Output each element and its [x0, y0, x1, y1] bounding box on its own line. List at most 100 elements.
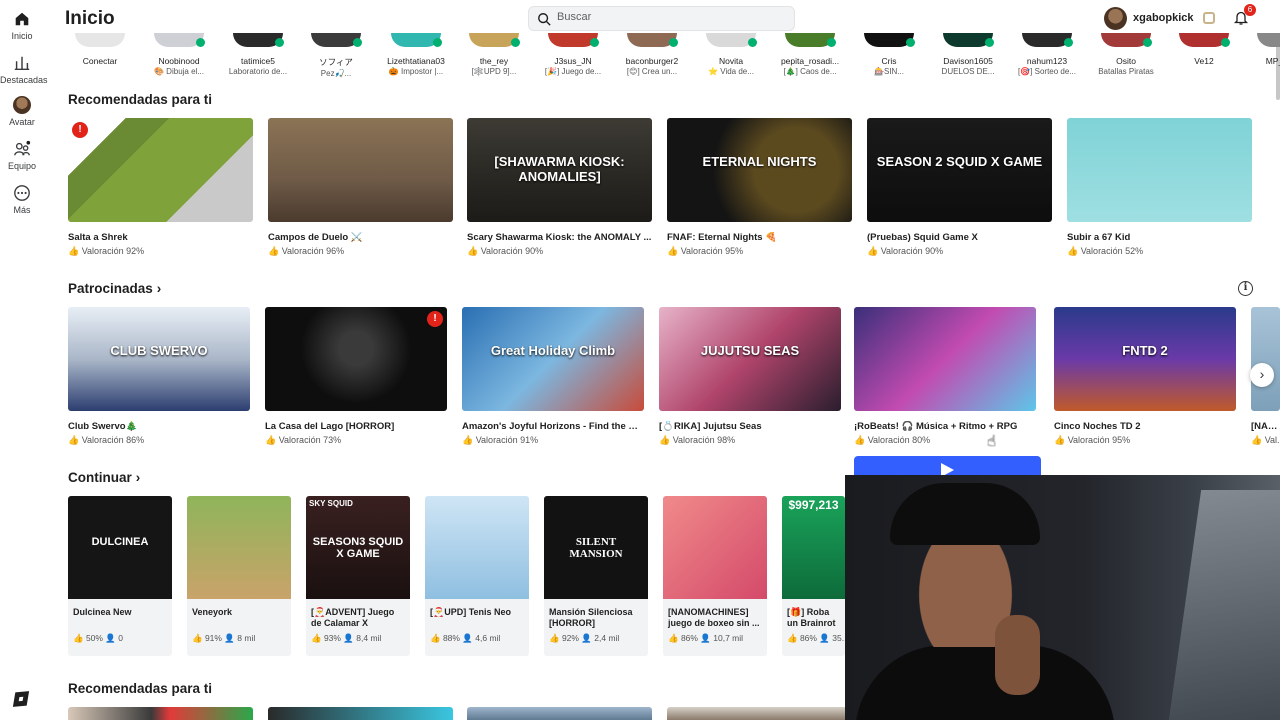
- game-card[interactable]: Great Holiday Climb Amazon's Joyful Horiz…: [462, 307, 644, 446]
- friend-item[interactable]: Osito Batallas Piratas: [1090, 33, 1162, 76]
- friend-name: Ve12: [1194, 56, 1214, 66]
- game-thumbnail[interactable]: [1067, 118, 1252, 222]
- game-card[interactable]: CLUB SWERVO Club Swervo🎄 👍 Valoración 86%: [68, 307, 250, 446]
- friend-item[interactable]: Novita ⭐ Vida de...: [695, 33, 767, 76]
- continue-card[interactable]: [🎅UPD] Tenis Neo 👍 88% 👤 4,6 mil: [425, 496, 529, 656]
- thumbs-up-icon: 👍: [659, 435, 673, 445]
- more-icon: [14, 185, 30, 201]
- username[interactable]: xgabopkick: [1133, 12, 1194, 24]
- game-thumbnail[interactable]: ETERNAL NIGHTS: [667, 118, 852, 222]
- friend-item[interactable]: tatimice5 Laboratorio de...: [222, 33, 294, 76]
- continue-card[interactable]: SKY SQUID SEASON3 SQUID X GAME [🎅ADVENT] J…: [306, 496, 410, 656]
- game-thumbnail[interactable]: [854, 307, 1036, 411]
- rating-text: Val...: [1264, 435, 1280, 445]
- thumbnail-text: $997,213: [788, 498, 839, 512]
- nav-featured[interactable]: Destacadas: [0, 54, 48, 85]
- game-thumbnail[interactable]: [663, 496, 767, 599]
- game-thumbnail[interactable]: CLUB SWERVO: [68, 307, 250, 411]
- game-thumbnail[interactable]: [467, 707, 652, 720]
- continue-card[interactable]: SILENT MANSION Mansión Silenciosa [HORROR…: [544, 496, 648, 656]
- friend-item[interactable]: ソフィア Pez🎣...: [300, 33, 372, 78]
- friend-item[interactable]: pepita_rosadi... [🎄] Caos de...: [774, 33, 846, 76]
- friend-item[interactable]: J3sus_JN [🎉] Juego de...: [537, 33, 609, 76]
- game-thumbnail[interactable]: JUJUTSU SEAS: [659, 307, 841, 411]
- game-thumbnail[interactable]: DULCINEA: [68, 496, 172, 599]
- game-thumbnail[interactable]: Great Holiday Climb: [462, 307, 644, 411]
- friend-item[interactable]: Lizethtatiana03 🎃 Impostor |...: [380, 33, 452, 76]
- game-card[interactable]: [SHAWARMA KIOSK: ANOMALIES] Scary Shawarm…: [467, 118, 652, 257]
- search-icon: [538, 13, 551, 26]
- thumbs-up-icon: 👍: [68, 435, 82, 445]
- game-title: Dulcinea New: [73, 607, 132, 617]
- friend-item[interactable]: Ve12: [1168, 33, 1240, 67]
- online-status-icon: [669, 38, 678, 47]
- game-thumbnail[interactable]: [1251, 307, 1280, 411]
- game-thumbnail[interactable]: !: [68, 118, 253, 222]
- game-thumbnail[interactable]: [425, 496, 529, 599]
- friend-item[interactable]: the_rey [🕸️UPD 9]...: [458, 33, 530, 76]
- game-card[interactable]: ! La Casa del Lago [HORROR] 👍 Valoración 7…: [265, 307, 447, 446]
- thumbs-up-icon: 👍: [192, 633, 205, 643]
- continue-card[interactable]: DULCINEA Dulcinea New 👍 50% 👤 0: [68, 496, 172, 656]
- thumbs-up-icon: 👍: [462, 435, 476, 445]
- game-card[interactable]: Campos de Duelo ⚔️ 👍 Valoración 96%: [268, 118, 453, 257]
- friend-item[interactable]: Davison1605 DUELOS DE...: [932, 33, 1004, 76]
- friend-name: Novita: [718, 56, 744, 66]
- game-thumbnail[interactable]: SKY SQUID SEASON3 SQUID X GAME: [306, 496, 410, 599]
- friend-item[interactable]: nahum123 [🎯] Sorteo de...: [1011, 33, 1083, 76]
- section-sponsored-title[interactable]: Patrocinadas ›: [68, 281, 161, 296]
- game-thumbnail[interactable]: [SHAWARMA KIOSK: ANOMALIES]: [467, 118, 652, 222]
- roblox-logo-icon[interactable]: [12, 691, 30, 707]
- game-thumbnail[interactable]: [68, 707, 253, 720]
- nav-team[interactable]: Equipo: [0, 140, 44, 171]
- continue-card[interactable]: Veneyork 👍 91% 👤 8 mil: [187, 496, 291, 656]
- rating-text: 88%: [442, 633, 460, 643]
- friend-item[interactable]: baconburger2 [😊] Crea un...: [616, 33, 688, 76]
- players-icon: 👤: [816, 633, 833, 643]
- thumbnail-text: [SHAWARMA KIOSK: ANOMALIES]: [494, 154, 625, 184]
- game-card[interactable]: Subir a 67 Kid 👍 Valoración 52%: [1067, 118, 1252, 257]
- friend-item[interactable]: Cris 🎰SIN...: [853, 33, 925, 76]
- friend-item[interactable]: Conectar: [64, 33, 136, 67]
- thumbnail-badge: SKY SQUID: [309, 499, 353, 508]
- friend-avatar[interactable]: [1257, 33, 1280, 47]
- rating-text: 92%: [561, 633, 579, 643]
- friend-name: Noobinood: [158, 56, 200, 66]
- game-card[interactable]: FNTD 2 Cinco Noches TD 2 👍 Valoración 95%: [1054, 307, 1236, 446]
- nav-home[interactable]: Inicio: [0, 10, 44, 41]
- game-thumbnail[interactable]: [667, 707, 852, 720]
- game-thumbnail[interactable]: [187, 496, 291, 599]
- user-avatar[interactable]: [1104, 7, 1127, 30]
- game-card[interactable]: ETERNAL NIGHTS FNAF: Eternal Nights 🍕 👍 Va…: [667, 118, 852, 257]
- carousel-next-button[interactable]: ›: [1250, 363, 1274, 387]
- game-card[interactable]: ¡RoBeats! 🎧 Música + Ritmo + RPG 👍 Valora…: [854, 307, 1036, 446]
- game-thumbnail[interactable]: $997,213: [782, 496, 845, 599]
- game-card[interactable]: ! Salta a Shrek 👍 Valoración 92%: [68, 118, 253, 257]
- game-thumbnail[interactable]: FNTD 2: [1054, 307, 1236, 411]
- friend-avatar[interactable]: [75, 33, 125, 47]
- game-thumbnail[interactable]: [268, 707, 453, 720]
- game-thumbnail[interactable]: !: [265, 307, 447, 411]
- game-thumbnail[interactable]: SEASON 2 SQUID X GAME: [867, 118, 1052, 222]
- game-card[interactable]: SEASON 2 SQUID X GAME (Pruebas) Squid Gam…: [867, 118, 1052, 257]
- continue-card[interactable]: $997,213 [🎁] Roba un Brainrot 👍 86% 👤 35..…: [782, 496, 849, 656]
- section-recommended-title: Recomendadas para ti: [68, 92, 212, 107]
- game-card[interactable]: JUJUTSU SEAS [💍RIKA] Jujutsu Seas 👍 Valora…: [659, 307, 841, 446]
- game-title: ¡RoBeats! 🎧 Música + Ritmo + RPG: [854, 421, 1018, 432]
- nav-avatar[interactable]: Avatar: [0, 96, 44, 127]
- rating-text: Valoración 98%: [672, 435, 736, 445]
- info-icon[interactable]: i: [1238, 281, 1253, 296]
- section-continue-title[interactable]: Continuar ›: [68, 470, 140, 485]
- friend-item[interactable]: Noobinood 🎨 Dibuja el...: [143, 33, 215, 76]
- robux-icon[interactable]: [1203, 12, 1215, 24]
- nav-more[interactable]: Más: [0, 184, 44, 215]
- game-thumbnail[interactable]: [268, 118, 453, 222]
- thumbnail-text: SEASON 2 SQUID X GAME: [876, 154, 1043, 169]
- friend-item[interactable]: MP_VI...: [1246, 33, 1280, 67]
- thumbs-up-icon: 👍: [1054, 435, 1068, 445]
- search-box[interactable]: [528, 6, 795, 31]
- players-icon: 👤: [340, 633, 357, 643]
- continue-card[interactable]: [NANOMACHINES] juego de boxeo sin ... 👍 8…: [663, 496, 767, 656]
- search-input[interactable]: [557, 11, 787, 23]
- game-thumbnail[interactable]: SILENT MANSION: [544, 496, 648, 599]
